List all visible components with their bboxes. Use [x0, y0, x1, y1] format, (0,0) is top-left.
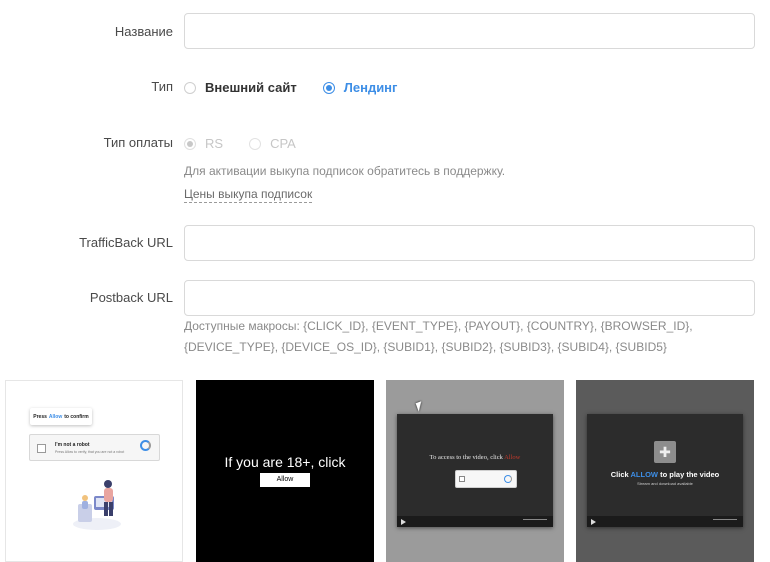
template-thumbnail-robot[interactable]: Press Allow to confirm I'm not a robot P… [5, 380, 183, 562]
trafficback-input[interactable] [184, 225, 755, 261]
payment-radio-cpa[interactable]: CPA [249, 136, 296, 151]
press-allow-pill: Press Allow to confirm [30, 408, 92, 425]
payment-hint: Для активации выкупа подписок обратитесь… [184, 164, 506, 178]
name-label: Название [114, 24, 173, 39]
captcha-sub: Press Allow to verify, that you are not … [55, 450, 125, 454]
captcha-box: I'm not a robot Press Allow to verify, t… [29, 434, 160, 461]
puzzle-icon: ✚ [654, 441, 676, 463]
payment-radio-rs-label: RS [205, 136, 224, 151]
video-controls [587, 516, 743, 527]
payment-radio-group: RS CPA [184, 136, 322, 151]
age-message: If you are 18+, click [224, 454, 346, 470]
video-message: To access to the video, click Allow [397, 454, 553, 461]
play-icon [401, 519, 406, 525]
controls-icon [713, 519, 737, 524]
type-label: Тип [151, 79, 173, 94]
video-player-preview: ✚ Click ALLOW to play the video Stream a… [587, 414, 743, 527]
radio-circle [184, 137, 196, 150]
video-main-message: Click ALLOW to play the video [587, 470, 743, 479]
radio-circle [184, 81, 196, 94]
type-radio-landing[interactable]: Лендинг [322, 80, 398, 95]
template-thumbnail-video-captcha[interactable]: To access to the video, click Allow [386, 380, 564, 562]
checkbox-icon [459, 476, 465, 482]
template-thumbnail-video-allow[interactable]: ✚ Click ALLOW to play the video Stream a… [576, 380, 754, 562]
recaptcha-icon [140, 440, 151, 451]
payment-radio-cpa-label: CPA [270, 136, 296, 151]
captcha-title: I'm not a robot [55, 442, 90, 448]
video-main-pre: Click [610, 470, 629, 479]
pill-allow: Allow [48, 413, 63, 420]
name-input[interactable] [184, 13, 755, 49]
video-player-preview: To access to the video, click Allow [397, 414, 553, 527]
subscription-prices-link[interactable]: Цены выкупа подписок [184, 187, 313, 203]
checkbox-icon [37, 444, 46, 453]
illustration-icon [73, 480, 121, 530]
recaptcha-icon [504, 475, 512, 483]
video-main-post: to play the video [660, 470, 720, 479]
trafficback-label: TrafficBack URL [79, 235, 173, 250]
type-radio-landing-label: Лендинг [343, 80, 398, 95]
video-message-highlight: Allow [504, 454, 521, 461]
pill-pre: Press [33, 413, 47, 420]
template-thumbnail-18plus[interactable]: If you are 18+, click Allow [196, 380, 374, 562]
mini-captcha [455, 470, 517, 488]
payment-radio-rs[interactable]: RS [184, 136, 223, 151]
radio-circle [322, 81, 335, 94]
cursor-icon [415, 401, 425, 412]
play-icon [591, 519, 596, 525]
radio-circle [249, 137, 262, 150]
video-main-highlight: ALLOW [630, 470, 658, 479]
postback-label: Postback URL [89, 290, 173, 305]
controls-icon [523, 519, 547, 524]
type-radio-external-label: Внешний сайт [205, 80, 297, 95]
allow-button-preview: Allow [260, 473, 310, 487]
macros-hint: Доступные макросы: {CLICK_ID}, {EVENT_TY… [184, 319, 693, 354]
payment-type-label: Тип оплаты [103, 135, 173, 150]
pill-post: to confirm [64, 413, 89, 420]
postback-input[interactable] [184, 280, 755, 316]
video-message-pre: To access to the video, click [429, 454, 503, 461]
type-radio-external[interactable]: Внешний сайт [184, 80, 297, 95]
video-sub-message: Stream and download available [637, 481, 693, 486]
type-radio-group: Внешний сайт Лендинг [184, 80, 423, 95]
video-controls [397, 516, 553, 527]
